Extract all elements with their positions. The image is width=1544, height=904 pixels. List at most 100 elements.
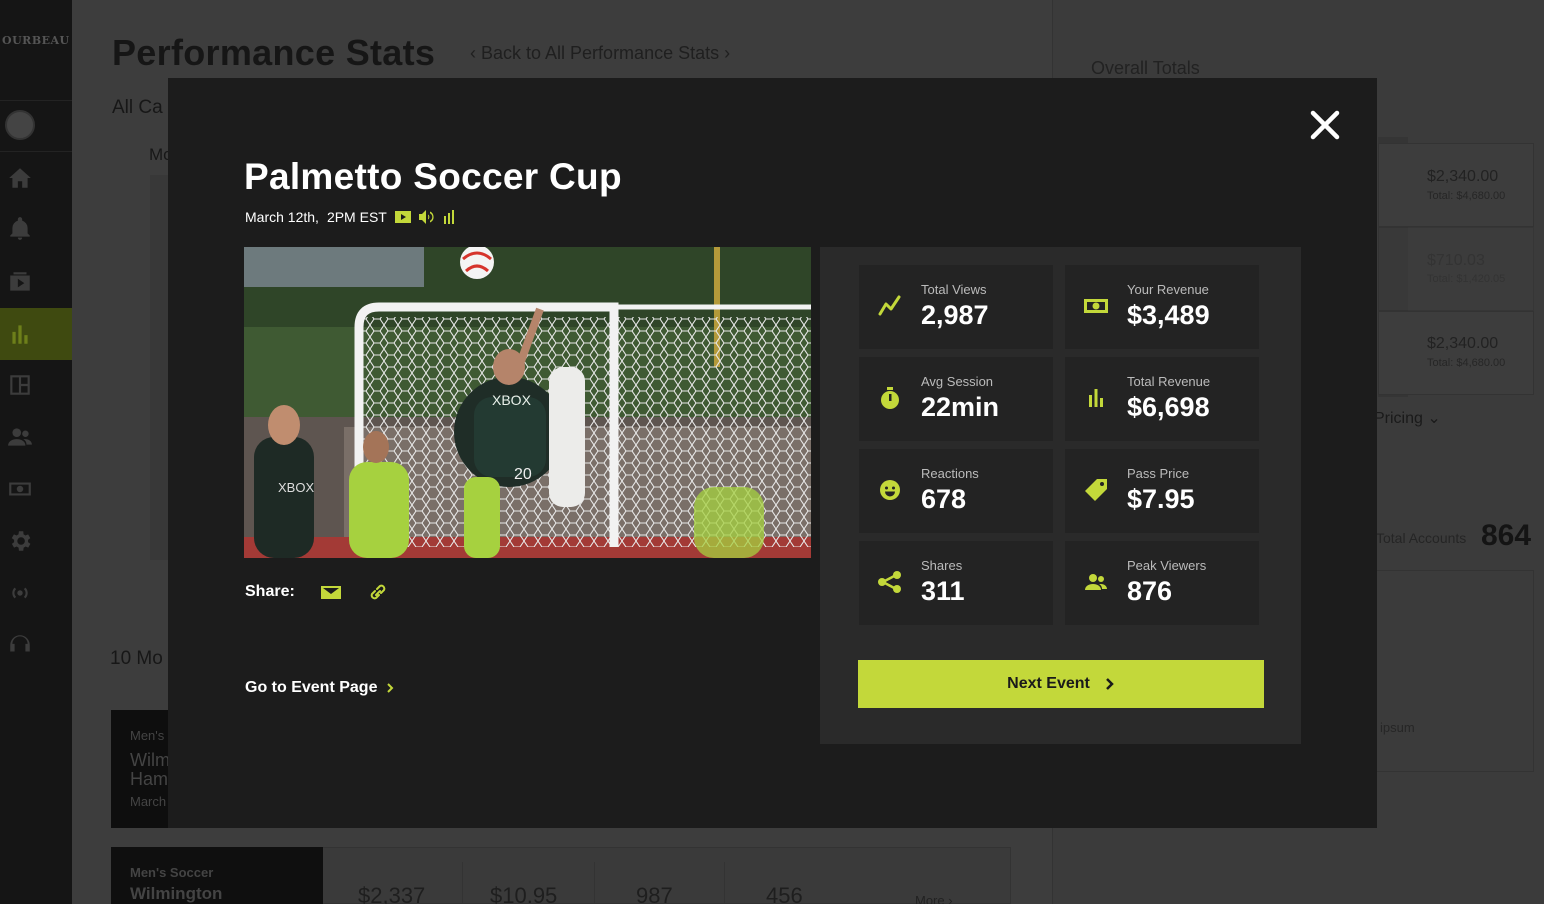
sidebar-divider (0, 151, 72, 152)
svg-text:XBOX: XBOX (278, 480, 314, 495)
stat-value: $3,489 (1127, 300, 1210, 330)
category-filter[interactable]: All Ca (112, 97, 163, 119)
event-thumbnail: XBOX 20 XBOX (244, 247, 811, 558)
support-icon (10, 635, 30, 652)
row-divider (724, 862, 725, 904)
stat-label: Pass Price (1127, 466, 1190, 481)
stat-value: 311 (921, 576, 965, 606)
close-button[interactable] (1307, 107, 1343, 143)
svg-text:20: 20 (514, 466, 532, 483)
stat-value: 2,987 (921, 300, 989, 330)
go-to-event-label: Go to Event Page (245, 679, 378, 696)
avatar[interactable] (5, 110, 35, 140)
stopwatch-icon (877, 385, 903, 411)
event-card-date: March (130, 794, 167, 809)
layout-icon (10, 375, 30, 395)
row-divider (462, 862, 463, 904)
share-icon (877, 569, 903, 595)
sidebar-item-stats[interactable] (0, 308, 72, 360)
info-box (1376, 570, 1534, 772)
back-to-all-stats-link[interactable]: ‹ Back to All Performance Stats › (470, 43, 730, 64)
stat-tile-peak-viewers: Peak Viewers 876 (1065, 541, 1259, 625)
cash-icon (1083, 293, 1109, 319)
pricing-label: Pricing (1374, 410, 1423, 427)
price-amount: $2,340.00 (1427, 335, 1499, 352)
users-icon (8, 428, 32, 446)
next-event-button[interactable]: Next Event (858, 660, 1264, 708)
stat-tile-reactions: Reactions 678 (859, 449, 1053, 533)
price-amount: $710.03 (1427, 252, 1485, 269)
stat-tile-total-views: Total Views 2,987 (859, 265, 1053, 349)
smiley-icon (877, 477, 903, 503)
sidebar-item-revenue[interactable] (0, 464, 72, 514)
event-title: Palmetto Soccer Cup (244, 156, 622, 197)
stat-tile-shares: Shares 311 (859, 541, 1053, 625)
bell-icon (10, 217, 30, 240)
more-link-label: More (915, 893, 945, 904)
section-heading: 10 Mo (110, 648, 163, 669)
money-icon (9, 482, 31, 496)
stat-tile-your-revenue: Your Revenue $3,489 (1065, 265, 1259, 349)
sidebar-item-notifications[interactable] (0, 204, 72, 254)
chevron-left-icon: ‹ (470, 43, 481, 63)
row-category: Men's Soccer (130, 865, 214, 880)
go-to-event-page-link[interactable]: Go to Event Page (245, 679, 395, 697)
close-icon (1310, 110, 1340, 140)
event-card-category: Men's (130, 728, 165, 743)
chevron-right-icon (1105, 678, 1114, 690)
email-icon (321, 586, 341, 599)
sidebar-item-users[interactable] (0, 412, 72, 462)
audio-icon (418, 210, 435, 224)
chevron-right-icon (387, 683, 394, 693)
next-event-label: Next Event (1007, 675, 1090, 692)
home-icon (9, 168, 31, 188)
total-accounts-value: 864 (1481, 519, 1532, 552)
row-value: $2,337 (358, 883, 426, 904)
back-link-label: Back to All Performance Stats (481, 43, 720, 63)
row-value: 456 (766, 883, 803, 904)
info-text: ipsum (1380, 720, 1415, 735)
row-value: 987 (636, 883, 673, 904)
price-total: Total: $4,680.00 (1427, 190, 1506, 202)
stat-value: 22min (921, 392, 1000, 422)
chevron-right-icon: › (719, 43, 731, 63)
stat-label: Avg Session (921, 374, 994, 389)
total-accounts-label: Total Accounts (1376, 530, 1467, 546)
sidebar-item-settings[interactable] (0, 516, 72, 566)
share-link-button[interactable] (367, 582, 389, 602)
stat-tile-avg-session: Avg Session 22min (859, 357, 1053, 441)
row-value: $10.95 (490, 883, 558, 904)
sidebar-divider (0, 100, 72, 101)
stats-icon (443, 210, 459, 224)
broadcast-icon (12, 587, 28, 599)
stat-label: Reactions (921, 466, 979, 481)
event-date: March 12th, (245, 209, 319, 225)
stat-label: Your Revenue (1127, 282, 1209, 297)
pricing-dropdown[interactable]: Pricing ⌄ (1374, 408, 1441, 428)
price-total: Total: $4,680.00 (1427, 357, 1506, 369)
price-total: Total: $1,420.05 (1427, 273, 1506, 285)
row-divider (594, 862, 595, 904)
row-more-link[interactable]: More › (915, 893, 953, 904)
users-icon (1083, 569, 1109, 595)
stat-value: $7.95 (1127, 484, 1195, 514)
stat-label: Total Revenue (1127, 374, 1211, 389)
trend-icon (877, 293, 903, 319)
gear-icon (11, 531, 31, 551)
stat-label: Shares (921, 558, 963, 573)
sidebar-item-broadcast[interactable] (0, 568, 72, 618)
sidebar-item-support[interactable] (0, 620, 72, 670)
share-label: Share: (245, 583, 295, 600)
sidebar-item-home[interactable] (0, 153, 72, 203)
bar-chart-icon (12, 325, 28, 344)
link-icon (370, 584, 386, 600)
soccer-match-photo: XBOX 20 XBOX (244, 247, 811, 558)
share-email-button[interactable] (320, 582, 342, 602)
sidebar-item-videos[interactable] (0, 257, 72, 307)
sidebar-item-layout[interactable] (0, 360, 72, 410)
stat-tile-total-revenue: Total Revenue $6,698 (1065, 357, 1259, 441)
chart-panel (150, 175, 170, 560)
price-amount: $2,340.00 (1427, 168, 1499, 185)
event-card-title-1: Wilm (130, 750, 170, 770)
page-title: Performance Stats (112, 32, 436, 73)
